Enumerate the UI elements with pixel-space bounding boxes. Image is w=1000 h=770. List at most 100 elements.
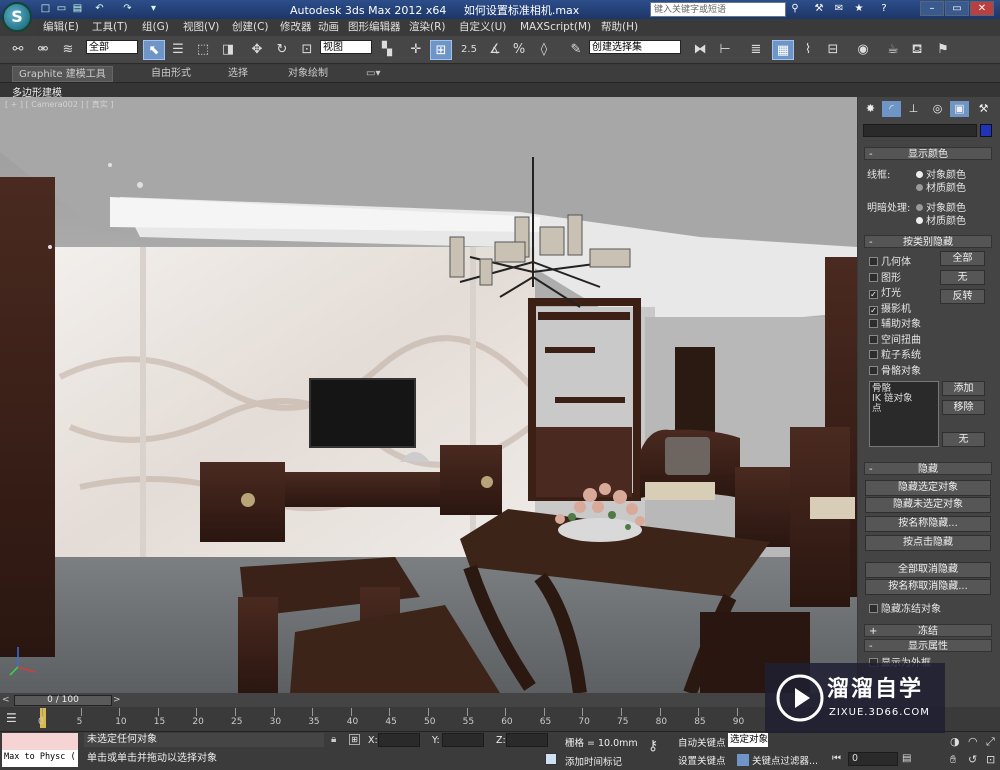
layer-manager-icon[interactable]: ≣ bbox=[745, 40, 767, 60]
graphite-toggle-icon[interactable]: ▦ bbox=[772, 40, 794, 60]
viewport-camera[interactable] bbox=[0, 97, 857, 693]
hide-all-button[interactable]: 全部 bbox=[940, 251, 985, 266]
hide-frozen-checkbox[interactable]: 隐藏冻结对象 bbox=[869, 600, 941, 615]
snap-toggle-icon[interactable]: 2.5 bbox=[458, 40, 480, 60]
menu-item[interactable]: 组(G) bbox=[142, 19, 169, 36]
roll-icon[interactable]: ↺ bbox=[968, 753, 977, 766]
help-icon[interactable]: ? bbox=[877, 2, 891, 16]
prev-frame-icon[interactable]: < bbox=[2, 695, 12, 706]
category-checkbox[interactable]: ✓ 摄影机 bbox=[869, 300, 911, 315]
menu-item[interactable]: 工具(T) bbox=[92, 19, 128, 36]
menu-item[interactable]: 编辑(E) bbox=[43, 19, 79, 36]
subscription-icon[interactable]: ✉ bbox=[832, 2, 846, 16]
modify-tab-icon[interactable]: ◜ bbox=[882, 101, 901, 117]
hide-unselected-button[interactable]: 隐藏未选定对象 bbox=[865, 497, 991, 513]
menu-item[interactable]: 动画 bbox=[318, 19, 339, 36]
tab-object-paint[interactable]: 对象绘制 bbox=[282, 66, 334, 82]
add-time-tag-button[interactable]: 添加时间标记 bbox=[565, 754, 622, 768]
z-coord-input[interactable] bbox=[506, 733, 548, 747]
selection-filter-dropdown[interactable]: 全部 bbox=[86, 40, 138, 54]
category-checkbox[interactable]: 骨骼对象 bbox=[869, 362, 921, 377]
material-editor-icon[interactable]: ◉ bbox=[852, 40, 874, 60]
time-slider[interactable]: 0 / 100 bbox=[14, 695, 112, 706]
spinner-snap-icon[interactable]: ◊ bbox=[533, 40, 555, 60]
pan-hand-icon[interactable]: ✋︎ bbox=[950, 753, 956, 767]
list-item[interactable]: 点 bbox=[872, 404, 936, 414]
unlink-icon[interactable]: ⚮ bbox=[32, 40, 54, 60]
category-list[interactable]: 骨骼 IK 链对象 点 bbox=[869, 381, 939, 447]
hide-selected-button[interactable]: 隐藏选定对象 bbox=[865, 480, 991, 496]
close-button[interactable]: ✕ bbox=[970, 1, 994, 16]
keyboard-shortcut-override-icon[interactable]: ⊞ bbox=[430, 40, 452, 60]
orbit-icon[interactable]: ◑ bbox=[950, 735, 960, 748]
time-tag-icon[interactable] bbox=[545, 753, 557, 765]
maximize-button[interactable]: ▭ bbox=[945, 1, 969, 16]
link-icon[interactable]: ⚯ bbox=[7, 40, 29, 60]
shaded-material-color-radio[interactable]: 材质颜色 bbox=[916, 212, 966, 227]
set-key-button[interactable]: 设置关键点 bbox=[678, 753, 726, 767]
category-checkbox[interactable]: ✓ 灯光 bbox=[869, 284, 901, 299]
category-checkbox[interactable]: 几何体 bbox=[869, 253, 911, 268]
select-object-icon[interactable]: ⬉ bbox=[143, 40, 165, 60]
hide-by-hit-button[interactable]: 按点击隐藏 bbox=[865, 535, 991, 551]
motion-tab-icon[interactable]: ◎ bbox=[928, 101, 947, 117]
reference-coord-dropdown[interactable]: 视图 bbox=[320, 40, 372, 54]
hide-by-name-button[interactable]: 按名称隐藏... bbox=[865, 516, 991, 532]
named-selection-dropdown[interactable]: 创建选择集 bbox=[589, 40, 681, 54]
menu-item[interactable]: 帮助(H) bbox=[601, 19, 638, 36]
hide-none-button[interactable]: 无 bbox=[940, 270, 985, 285]
unhide-all-button[interactable]: 全部取消隐藏 bbox=[865, 562, 991, 578]
align-icon[interactable]: ⊢ bbox=[714, 40, 736, 60]
next-frame-icon[interactable]: > bbox=[113, 695, 123, 706]
menu-item[interactable]: 视图(V) bbox=[183, 19, 219, 36]
field-of-view-icon[interactable]: ◠ bbox=[968, 735, 978, 748]
object-color-swatch[interactable] bbox=[980, 124, 992, 137]
ribbon-options-icon[interactable]: ▭▾ bbox=[360, 66, 386, 82]
app-logo-icon[interactable]: S bbox=[2, 2, 32, 32]
y-coord-input[interactable] bbox=[442, 733, 484, 747]
search-input[interactable]: 键入关键字或短语 bbox=[650, 2, 786, 17]
window-crossing-icon[interactable]: ◨ bbox=[217, 40, 239, 60]
maximize-viewport-icon[interactable]: ⊡ bbox=[986, 753, 995, 766]
tab-freeform[interactable]: 自由形式 bbox=[145, 66, 197, 82]
category-checkbox[interactable]: 粒子系统 bbox=[869, 346, 921, 361]
hierarchy-tab-icon[interactable]: ⊥ bbox=[904, 101, 923, 117]
menu-item[interactable]: MAXScript(M) bbox=[520, 19, 591, 36]
select-manipulate-icon[interactable]: ✛ bbox=[405, 40, 427, 60]
redo-icon[interactable]: ↷ bbox=[120, 2, 135, 16]
rollout-freeze[interactable]: + 冻结 bbox=[864, 624, 992, 637]
schematic-view-icon[interactable]: ⊟ bbox=[822, 40, 844, 60]
menu-item[interactable]: 渲染(R) bbox=[409, 19, 446, 36]
dolly-icon[interactable]: ⤢ bbox=[986, 735, 995, 749]
menu-item[interactable]: 自定义(U) bbox=[459, 19, 506, 36]
render-production-icon[interactable]: ⚑ bbox=[932, 40, 954, 60]
render-setup-icon[interactable]: ☕ bbox=[882, 40, 904, 60]
time-config-icon[interactable]: ▤ bbox=[902, 753, 911, 764]
wire-material-color-radio[interactable]: 材质颜色 bbox=[916, 179, 966, 194]
save-file-icon[interactable]: ▤ bbox=[70, 2, 85, 16]
menu-item[interactable]: 修改器 bbox=[280, 19, 312, 36]
select-by-name-icon[interactable]: ☰ bbox=[167, 40, 189, 60]
key-filters-button[interactable]: 关键点过滤器... bbox=[752, 753, 818, 767]
category-checkbox[interactable]: 图形 bbox=[869, 269, 901, 284]
go-to-start-icon[interactable]: ⏮ bbox=[832, 753, 841, 764]
object-name-input[interactable] bbox=[863, 124, 977, 137]
rendered-frame-icon[interactable]: ⛾ bbox=[906, 40, 928, 60]
selected-object-dropdown[interactable]: 选定对象 bbox=[728, 733, 768, 747]
curve-editor-mini-icon[interactable]: ☰ bbox=[6, 711, 22, 725]
set-key-icon[interactable]: ⚷ bbox=[648, 738, 658, 754]
infocenter-icon[interactable]: ⚒ bbox=[812, 2, 826, 16]
unhide-by-name-button[interactable]: 按名称取消隐藏... bbox=[865, 579, 991, 595]
rollout-hide[interactable]: - 隐藏 bbox=[864, 462, 992, 475]
rollout-display-properties[interactable]: - 显示属性 bbox=[864, 639, 992, 652]
scale-icon[interactable]: ⊡ bbox=[296, 40, 318, 60]
favorites-icon[interactable]: ★ bbox=[852, 2, 866, 16]
script-listener[interactable] bbox=[2, 733, 78, 750]
angle-snap-icon[interactable]: ∡ bbox=[484, 40, 506, 60]
new-file-icon[interactable]: □ bbox=[38, 2, 53, 16]
display-tab-icon[interactable]: ▣ bbox=[950, 101, 969, 117]
utilities-tab-icon[interactable]: ⚒ bbox=[974, 101, 993, 117]
rect-select-region-icon[interactable]: ⬚ bbox=[192, 40, 214, 60]
tab-selection[interactable]: 选择 bbox=[222, 66, 254, 82]
category-checkbox[interactable]: 辅助对象 bbox=[869, 315, 921, 330]
